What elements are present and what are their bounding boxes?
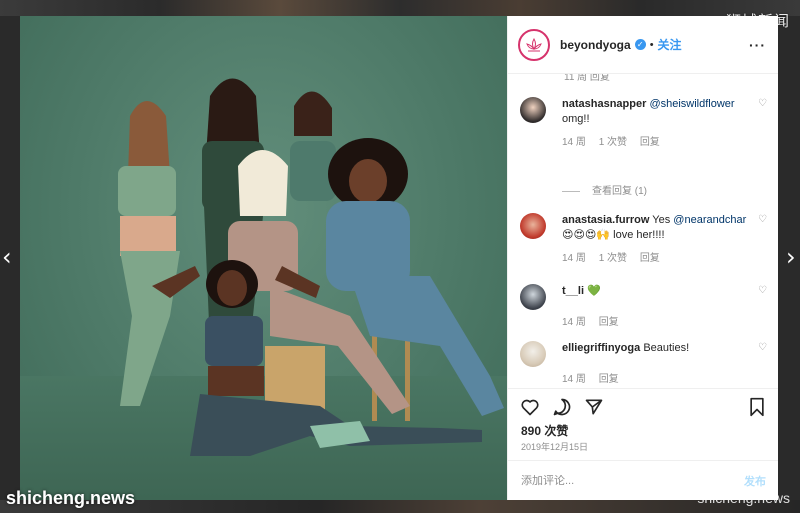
header-separator: • bbox=[649, 38, 654, 51]
view-replies-label: 查看回复 (1) bbox=[592, 186, 647, 197]
comment-message: omg!! bbox=[562, 113, 590, 125]
post-comment-button[interactable]: 发布 bbox=[744, 473, 766, 489]
partial-comment-meta: 11 周 回复 bbox=[564, 74, 610, 83]
comment-time: 14 周 bbox=[562, 374, 586, 385]
verified-badge-icon: ✓ bbox=[634, 39, 646, 50]
comment-mention[interactable]: @sheiswildflower bbox=[649, 98, 734, 110]
comment-mention[interactable]: @nearandchar bbox=[673, 214, 746, 226]
post-modal: beyondyoga ✓ • 关注 ··· 11 周 回复 natashasna… bbox=[20, 16, 778, 500]
comment-time: 14 周 bbox=[562, 137, 586, 148]
backdrop-thumbnails-top bbox=[0, 0, 800, 16]
group-photo-illustration bbox=[118, 78, 504, 456]
comment-username[interactable]: natashasnapper bbox=[562, 98, 646, 110]
comment-meta: 14 周 1 次赞 回复 bbox=[562, 133, 768, 148]
watermark-bottom-left: shicheng.news bbox=[6, 488, 136, 508]
more-options-icon[interactable]: ··· bbox=[749, 37, 766, 53]
comment-meta: 14 周 1 次赞 回复 bbox=[562, 249, 768, 264]
chevron-right-icon[interactable]: › bbox=[786, 245, 800, 269]
bookmark-icon[interactable] bbox=[748, 397, 766, 417]
reply-button[interactable]: 回复 bbox=[599, 317, 619, 328]
chevron-left-icon[interactable]: ‹ bbox=[2, 245, 16, 269]
likes-count[interactable]: 890 次赞 bbox=[508, 418, 778, 438]
like-comment-heart-icon[interactable]: ♡ bbox=[758, 343, 768, 353]
follow-button[interactable]: 关注 bbox=[658, 36, 682, 53]
avatar[interactable] bbox=[518, 28, 550, 61]
avatar[interactable] bbox=[520, 284, 546, 310]
comment-likes[interactable]: 1 次赞 bbox=[599, 253, 627, 264]
comment-input[interactable] bbox=[521, 474, 744, 487]
reply-button[interactable]: 回复 bbox=[640, 253, 660, 264]
post-header: beyondyoga ✓ • 关注 ··· bbox=[508, 16, 778, 74]
comment-time: 14 周 bbox=[562, 317, 586, 328]
avatar[interactable] bbox=[520, 341, 546, 367]
comment-item: t__li 💚 ♡ 14 周 回复 bbox=[520, 284, 768, 328]
comment-icon[interactable] bbox=[552, 397, 572, 417]
comment-text: t__li 💚 bbox=[562, 284, 750, 299]
avatar[interactable] bbox=[520, 97, 546, 123]
avatar[interactable] bbox=[520, 213, 546, 239]
comment-text: elliegriffinyoga Beauties! bbox=[562, 341, 750, 356]
reply-button[interactable]: 回复 bbox=[640, 137, 660, 148]
post-photo bbox=[20, 16, 507, 500]
comment-time: 14 周 bbox=[562, 253, 586, 264]
watermark-bottom-right: shicheng.news bbox=[697, 490, 790, 506]
comment-meta: 14 周 回复 bbox=[562, 313, 768, 328]
comment-text: natashasnapper @sheiswildflower omg!! bbox=[562, 97, 750, 127]
comment-message: Beauties! bbox=[643, 342, 690, 354]
comment-message: 💚 bbox=[587, 285, 601, 297]
post-actions bbox=[508, 388, 778, 418]
comment-username[interactable]: elliegriffinyoga bbox=[562, 342, 640, 354]
like-comment-heart-icon[interactable]: ♡ bbox=[758, 215, 768, 225]
comment-message: 😍😍😍🙌 love her!!!! bbox=[562, 229, 665, 241]
like-comment-heart-icon[interactable]: ♡ bbox=[758, 286, 768, 296]
share-icon[interactable] bbox=[584, 397, 604, 417]
post-date: 2019年12月15日 bbox=[521, 442, 589, 452]
account-handle[interactable]: beyondyoga bbox=[560, 38, 631, 52]
lotus-logo-icon bbox=[526, 37, 542, 51]
replies-divider bbox=[562, 190, 580, 192]
comment-item: natashasnapper @sheiswildflower omg!! ♡ … bbox=[520, 97, 768, 148]
reply-button[interactable]: 回复 bbox=[599, 374, 619, 385]
comments-list[interactable]: 11 周 回复 natashasnapper @sheiswildflower … bbox=[508, 74, 778, 388]
comment-text: anastasia.furrow Yes @nearandchar 😍😍😍🙌 l… bbox=[562, 213, 750, 243]
comment-username[interactable]: t__li bbox=[562, 285, 584, 297]
comment-username[interactable]: anastasia.furrow bbox=[562, 214, 649, 226]
view-replies-button[interactable]: 查看回复 (1) bbox=[562, 182, 647, 197]
comment-likes[interactable]: 1 次赞 bbox=[599, 137, 627, 148]
heart-icon[interactable] bbox=[520, 397, 540, 417]
comment-meta: 14 周 回复 bbox=[562, 370, 768, 385]
comment-item: anastasia.furrow Yes @nearandchar 😍😍😍🙌 l… bbox=[520, 213, 768, 264]
comment-item: elliegriffinyoga Beauties! ♡ 14 周 回复 bbox=[520, 341, 768, 385]
like-comment-heart-icon[interactable]: ♡ bbox=[758, 99, 768, 109]
comment-prefix: Yes bbox=[652, 214, 674, 226]
post-side-panel: beyondyoga ✓ • 关注 ··· 11 周 回复 natashasna… bbox=[507, 16, 778, 500]
